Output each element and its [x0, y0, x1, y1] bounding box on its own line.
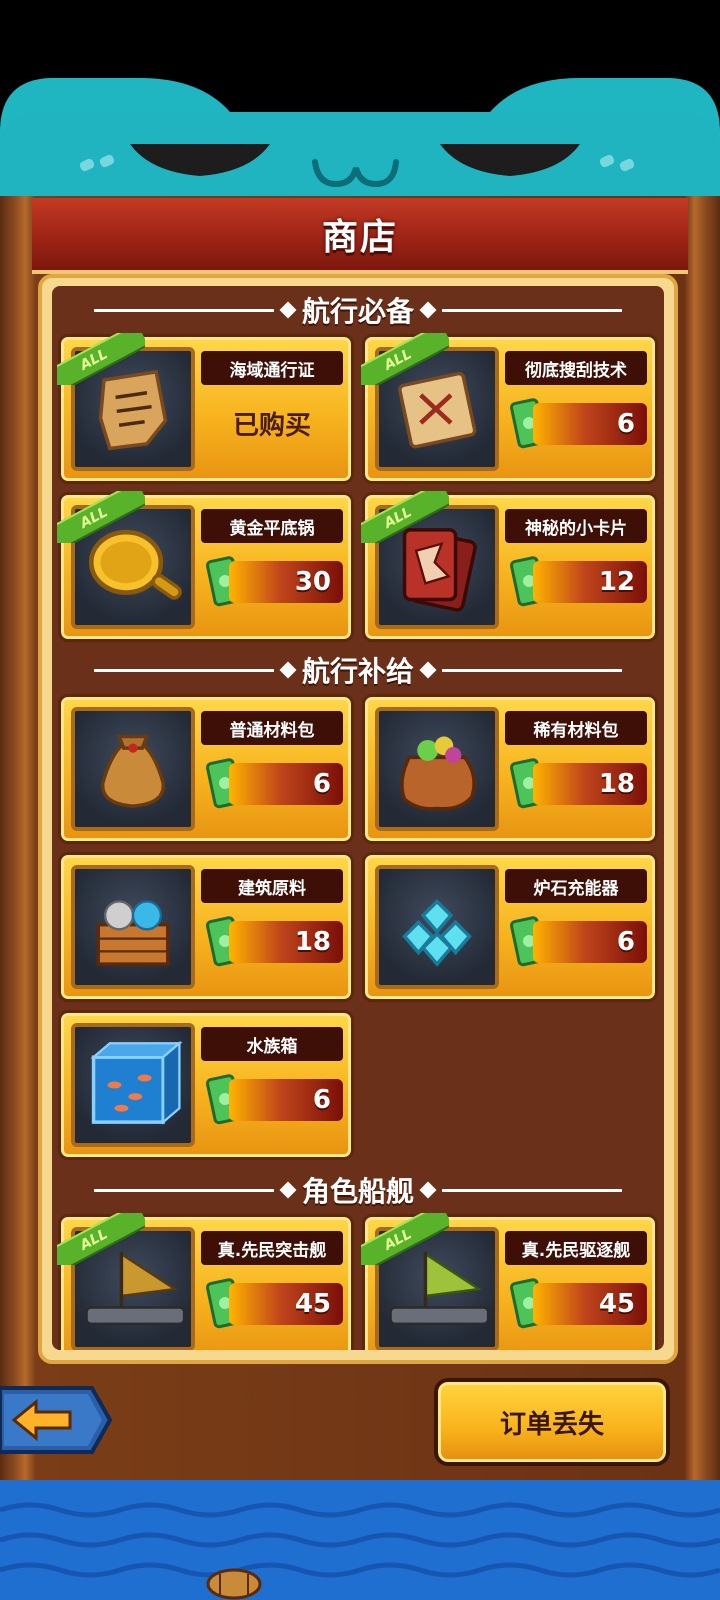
crystal-icon — [375, 865, 499, 989]
item-price: 12 — [598, 567, 635, 597]
purchased-label: 已购买 — [232, 410, 311, 441]
shop-item-aquarium[interactable]: 水族箱 6 — [58, 1010, 354, 1160]
order-lost-button[interactable]: 订单丢失 — [434, 1378, 670, 1466]
item-name: 真.先民驱逐舰 — [505, 1231, 647, 1265]
item-price: 45 — [598, 1289, 635, 1319]
shop-item-rare-pack[interactable]: 稀有材料包 18 — [362, 694, 658, 844]
item-price: 18 — [294, 927, 331, 957]
item-price: 6 — [312, 769, 331, 799]
shop-item-golden-pan[interactable]: ALL 黄金平底锅 30 — [57, 491, 354, 642]
shop-item-sea-pass[interactable]: ALL 海域通行证 已购买 — [57, 333, 354, 484]
section-title: 航行补给 — [301, 655, 414, 688]
shop-item-destroyer-ship[interactable]: ALL 真.先民驱逐舰 45 — [361, 1213, 658, 1350]
sea-background — [0, 1480, 720, 1600]
order-lost-label: 订单丢失 — [499, 1409, 604, 1440]
item-name: 海域通行证 — [201, 351, 343, 385]
aquarium-icon — [71, 1023, 195, 1147]
shop-item-assault-ship[interactable]: ALL 真.先民突击舰 45 — [57, 1213, 354, 1350]
title-banner: 商店 — [32, 198, 688, 274]
item-name: 建筑原料 — [201, 869, 343, 903]
all-badge: ALL — [57, 333, 145, 385]
shop-item-thorough-looting[interactable]: ALL 彻底搜刮技术 6 — [361, 333, 658, 484]
shop-item-mystery-card[interactable]: ALL 神秘的小卡片 12 — [361, 491, 658, 642]
all-badge: ALL — [361, 1213, 449, 1265]
item-price: 6 — [616, 409, 635, 439]
item-price: 6 — [616, 927, 635, 957]
item-name: 黄金平底锅 — [201, 509, 343, 543]
item-price: 18 — [598, 769, 635, 799]
item-name: 普通材料包 — [201, 711, 343, 745]
all-badge: ALL — [57, 491, 145, 543]
back-button[interactable] — [0, 1384, 112, 1456]
item-name: 神秘的小卡片 — [505, 509, 647, 543]
shop-creature-header — [0, 78, 720, 202]
item-price: 6 — [312, 1085, 331, 1115]
shop-item-hearthstone-charger[interactable]: 炉石充能器 6 — [362, 852, 658, 1002]
shop-list[interactable]: 航行必备 ALL 海域通行证 已购买 ALL 彻底搜刮技术 6 ALL 黄金平底… — [52, 286, 664, 1350]
section-title: 航行必备 — [301, 295, 414, 328]
item-name: 炉石充能器 — [505, 869, 647, 903]
page-title: 商店 — [321, 217, 398, 258]
item-name: 彻底搜刮技术 — [505, 351, 647, 385]
all-badge: ALL — [361, 491, 449, 543]
material-crate-icon — [71, 865, 195, 989]
shop-item-common-pack[interactable]: 普通材料包 6 — [58, 694, 354, 844]
section-header-voyage-supplies: 航行补给 — [52, 648, 664, 692]
shop-item-building-materials[interactable]: 建筑原料 18 — [58, 852, 354, 1002]
rare-bag-icon — [375, 707, 499, 831]
item-name: 真.先民突击舰 — [201, 1231, 343, 1265]
item-name: 稀有材料包 — [505, 711, 647, 745]
section-header-character-ships: 角色船舰 — [52, 1168, 664, 1212]
all-badge: ALL — [361, 333, 449, 385]
barrel-icon — [206, 1568, 262, 1600]
section-title: 角色船舰 — [301, 1175, 414, 1208]
section-header-voyage-essentials: 航行必备 — [52, 288, 664, 332]
item-price: 30 — [294, 567, 331, 597]
all-badge: ALL — [57, 1213, 145, 1265]
item-price: 45 — [294, 1289, 331, 1319]
item-name: 水族箱 — [201, 1027, 343, 1061]
common-bag-icon — [71, 707, 195, 831]
